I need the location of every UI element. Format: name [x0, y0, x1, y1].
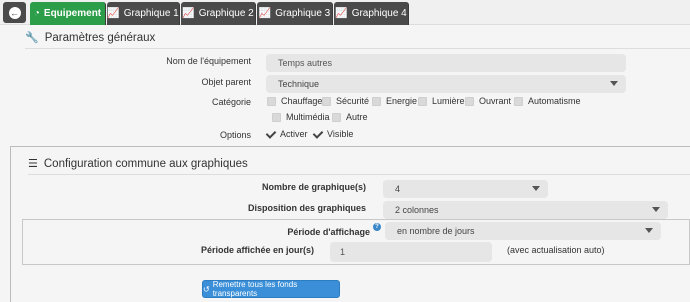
- checkbox[interactable]: [272, 112, 281, 122]
- graph-layout-label: Disposition des graphiques: [247, 203, 366, 213]
- arrow-left-circle-icon: ←: [8, 6, 21, 19]
- tab-graphique-1[interactable]: 📈 Graphique 1: [107, 2, 180, 25]
- option-visible[interactable]: Visible: [313, 129, 353, 139]
- section-graph-config-title: ☰ Configuration commune aux graphiques: [28, 157, 248, 171]
- category-ouvrant[interactable]: Ouvrant: [465, 96, 511, 106]
- graph-count-label: Nombre de graphique(s): [261, 182, 366, 192]
- options-label: Options: [219, 130, 251, 140]
- chart-line-icon: 📈: [182, 7, 195, 19]
- tab-graphique-4[interactable]: 📈 Graphique 4: [334, 2, 409, 25]
- category-autre[interactable]: Autre: [332, 112, 368, 122]
- chevron-down-icon: [610, 81, 618, 86]
- equipment-name-input[interactable]: Temps autres: [266, 54, 626, 72]
- category-lumiere[interactable]: Lumière: [418, 96, 465, 106]
- checkbox[interactable]: [322, 96, 331, 106]
- days-note: (avec actualisation auto): [507, 245, 605, 255]
- chevron-down-icon: [645, 228, 653, 233]
- tab-graphique-2[interactable]: 📈 Graphique 2: [181, 2, 256, 25]
- check-icon[interactable]: [266, 129, 276, 139]
- period-select[interactable]: en nombre de jours: [385, 222, 661, 240]
- graph-layout-select[interactable]: 2 colonnes: [383, 201, 668, 219]
- days-label: Période affichée en jour(s): [200, 245, 314, 255]
- parent-label: Objet parent: [201, 77, 251, 87]
- back-button[interactable]: ←: [3, 2, 26, 23]
- category-energie[interactable]: Energie: [372, 96, 417, 106]
- check-icon[interactable]: [313, 129, 323, 139]
- chart-line-icon: 📈: [335, 7, 348, 19]
- parent-object-select[interactable]: Technique: [266, 75, 626, 93]
- question-circle-icon[interactable]: ?: [373, 223, 381, 231]
- category-chauffage[interactable]: Chauffage: [267, 96, 322, 106]
- tab-bar: ← ◔ Equipement 📈 Graphique 1 📈 Graphique…: [0, 0, 690, 25]
- checkbox[interactable]: [514, 96, 523, 106]
- divider: [25, 48, 690, 49]
- name-label: Nom de l'équipement: [166, 56, 251, 66]
- tab-equipement[interactable]: ◔ Equipement: [30, 2, 106, 25]
- chevron-down-icon: [532, 186, 540, 191]
- chevron-down-icon: [652, 207, 660, 212]
- category-automatisme[interactable]: Automatisme: [514, 96, 581, 106]
- checkbox[interactable]: [465, 96, 474, 106]
- checkbox[interactable]: [267, 96, 276, 106]
- chart-line-icon: 📈: [107, 7, 120, 19]
- gauge-icon: ◔: [33, 7, 40, 19]
- chart-line-icon: 📈: [258, 7, 272, 19]
- checkbox[interactable]: [372, 96, 381, 106]
- checkbox[interactable]: [418, 96, 427, 106]
- graph-count-select[interactable]: 4: [383, 180, 548, 198]
- category-label: Catégorie: [211, 97, 251, 107]
- checkbox[interactable]: [332, 112, 341, 122]
- days-input[interactable]: 1: [330, 242, 492, 262]
- section-general-title: 🔧 Paramètres généraux: [25, 31, 156, 45]
- wrench-icon: 🔧: [25, 32, 39, 44]
- category-multimedia[interactable]: Multimédia: [272, 112, 330, 122]
- undo-icon: ↺: [203, 284, 210, 294]
- option-activer[interactable]: Activer: [266, 129, 308, 139]
- period-label: Période d'affichage: [287, 227, 370, 237]
- sliders-icon: ☰: [28, 158, 38, 170]
- tab-graphique-3[interactable]: 📈 Graphique 3: [257, 2, 333, 25]
- reset-backgrounds-button[interactable]: ↺ Remettre tous les fonds transparents: [202, 280, 340, 298]
- category-securite[interactable]: Sécurité: [322, 96, 369, 106]
- divider: [28, 174, 690, 175]
